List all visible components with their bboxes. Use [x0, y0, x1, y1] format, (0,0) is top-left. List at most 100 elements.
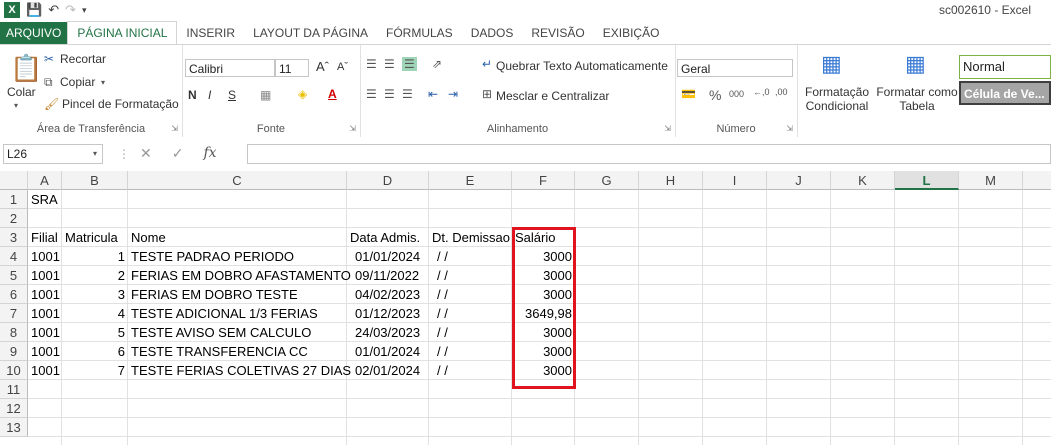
column-header-i[interactable]: I [703, 171, 767, 190]
align-center-icon[interactable]: ☰ [384, 87, 395, 101]
cell-data-adm[interactable]: 01/01/2024 [347, 247, 429, 266]
tab-formulas[interactable]: FÓRMULAS [377, 22, 462, 44]
cell-nome[interactable]: TESTE FERIAS COLETIVAS 27 DIAS [128, 361, 351, 380]
decrease-indent-icon[interactable]: ⇤ [428, 87, 438, 101]
cell-filial[interactable]: 1001 [28, 247, 62, 266]
row-header[interactable]: 6 [0, 285, 28, 304]
column-header-e[interactable]: E [429, 171, 512, 190]
cell-nome[interactable]: FERIAS EM DOBRO TESTE [128, 285, 347, 304]
font-launcher-icon[interactable]: ⇲ [349, 124, 356, 133]
cell-nome[interactable]: TESTE TRANSFERENCIA CC [128, 342, 347, 361]
column-header-l[interactable]: L [895, 171, 959, 190]
row-header[interactable]: 10 [0, 361, 28, 380]
tab-page-layout[interactable]: LAYOUT DA PÁGINA [244, 22, 377, 44]
cell-nome[interactable]: TESTE ADICIONAL 1/3 FERIAS [128, 304, 347, 323]
cell-dt-dem[interactable]: / / [429, 342, 512, 361]
column-header-m[interactable]: M [959, 171, 1023, 190]
alignment-launcher-icon[interactable]: ⇲ [664, 124, 671, 133]
cancel-icon[interactable]: ✕ [140, 145, 152, 162]
cell-matricula[interactable]: 1 [62, 247, 128, 266]
save-icon[interactable]: 💾 [26, 2, 42, 18]
borders-icon[interactable]: ▦ [260, 88, 271, 102]
number-launcher-icon[interactable]: ⇲ [786, 124, 793, 133]
cell-matricula[interactable]: 3 [62, 285, 128, 304]
customize-qat-icon[interactable]: ▾ [82, 5, 87, 16]
paste-icon[interactable]: 📋 [10, 53, 42, 84]
cell-dt-dem[interactable]: / / [429, 361, 512, 380]
column-header-b[interactable]: B [62, 171, 128, 190]
align-right-icon[interactable]: ☰ [402, 87, 413, 101]
wrap-text-button[interactable]: Quebrar Texto Automaticamente [496, 59, 668, 73]
cell-matricula[interactable]: 6 [62, 342, 128, 361]
undo-icon[interactable]: ↶ [48, 2, 59, 18]
number-format-select[interactable]: Geral [677, 59, 793, 77]
align-bottom-icon[interactable]: ☰ [402, 57, 417, 71]
cell-matricula[interactable]: 2 [62, 266, 128, 285]
font-name-select[interactable]: Calibri [185, 59, 275, 77]
bold-button[interactable]: N [188, 88, 197, 102]
header-nome[interactable]: Nome [128, 228, 169, 247]
cell-nome[interactable]: FERIAS EM DOBRO AFASTAMENTO [128, 266, 351, 285]
cell-filial[interactable]: 1001 [28, 304, 62, 323]
row-header[interactable]: 5 [0, 266, 28, 285]
name-box[interactable]: L26 [3, 144, 103, 164]
cell-filial[interactable]: 1001 [28, 266, 62, 285]
format-as-table-button[interactable]: Formatar como Tabela [875, 85, 959, 113]
header-data-admis[interactable]: Data Admis. [347, 228, 423, 247]
italic-button[interactable]: I [208, 88, 211, 102]
accounting-format-icon[interactable]: 💳 [681, 87, 696, 101]
header-filial[interactable]: Filial [28, 228, 61, 247]
cell-nome[interactable]: TESTE AVISO SEM CALCULO [128, 323, 347, 342]
cell-filial[interactable]: 1001 [28, 342, 62, 361]
row-header[interactable]: 12 [0, 399, 28, 418]
paste-button[interactable]: Colar [7, 85, 36, 99]
row-header[interactable]: 4 [0, 247, 28, 266]
percent-icon[interactable]: % [709, 87, 721, 103]
row-header[interactable]: 9 [0, 342, 28, 361]
conditional-formatting-button[interactable]: Formatação Condicional [801, 85, 873, 113]
cell-matricula[interactable]: 5 [62, 323, 128, 342]
cell-a1[interactable]: SRA [28, 190, 61, 209]
comma-style-icon[interactable]: 000 [729, 89, 744, 99]
row-header[interactable]: 7 [0, 304, 28, 323]
cell-dt-dem[interactable]: / / [429, 323, 512, 342]
cut-button[interactable]: Recortar [60, 52, 106, 66]
name-box-dropdown-icon[interactable]: ▾ [93, 149, 97, 158]
formula-input[interactable] [247, 144, 1051, 164]
cell-filial[interactable]: 1001 [28, 361, 62, 380]
clipboard-launcher-icon[interactable]: ⇲ [171, 124, 178, 133]
align-middle-icon[interactable]: ☰ [384, 57, 395, 71]
cell-filial[interactable]: 1001 [28, 323, 62, 342]
increase-decimal-icon[interactable]: ←,0 [753, 87, 770, 97]
merge-center-button[interactable]: Mesclar e Centralizar [496, 89, 609, 103]
row-header[interactable]: 3 [0, 228, 28, 247]
header-matricula[interactable]: Matricula [62, 228, 121, 247]
font-size-select[interactable]: 11 [275, 59, 309, 77]
tab-insert[interactable]: INSERIR [177, 22, 244, 44]
cell-data-adm[interactable]: 01/01/2024 [347, 342, 429, 361]
cell-dt-dem[interactable]: / / [429, 304, 512, 323]
row-header[interactable]: 13 [0, 418, 28, 437]
column-header-h[interactable]: H [639, 171, 703, 190]
redo-icon[interactable]: ↷ [65, 2, 76, 18]
orientation-icon[interactable]: ⇗ [432, 57, 442, 71]
row-header[interactable]: 1 [0, 190, 28, 209]
fill-color-icon[interactable]: ◈ [298, 87, 307, 101]
worksheet-grid[interactable]: A B C D E F G H I J K L M 1 2 3 4 5 6 7 8 9 10 11 1… [0, 171, 1051, 445]
column-header-d[interactable]: D [347, 171, 429, 190]
insert-function-button[interactable]: fx [203, 145, 216, 162]
cell-data-adm[interactable]: 02/01/2024 [347, 361, 429, 380]
format-painter-button[interactable]: Pincel de Formatação [62, 97, 179, 111]
style-normal[interactable]: Normal [959, 55, 1051, 79]
cell-filial[interactable]: 1001 [28, 285, 62, 304]
increase-font-icon[interactable]: Aˆ [316, 59, 329, 74]
header-dt-demissao[interactable]: Dt. Demissao [429, 228, 513, 247]
row-header[interactable]: 11 [0, 380, 28, 399]
cell-data-adm[interactable]: 04/02/2023 [347, 285, 429, 304]
decrease-font-icon[interactable]: Aˇ [337, 61, 348, 73]
enter-icon[interactable]: ✓ [172, 145, 184, 162]
align-left-icon[interactable]: ☰ [366, 87, 377, 101]
copy-dropdown-icon[interactable]: ▾ [101, 78, 105, 87]
cell-data-adm[interactable]: 09/11/2022 [347, 266, 429, 285]
column-header-c[interactable]: C [128, 171, 347, 190]
